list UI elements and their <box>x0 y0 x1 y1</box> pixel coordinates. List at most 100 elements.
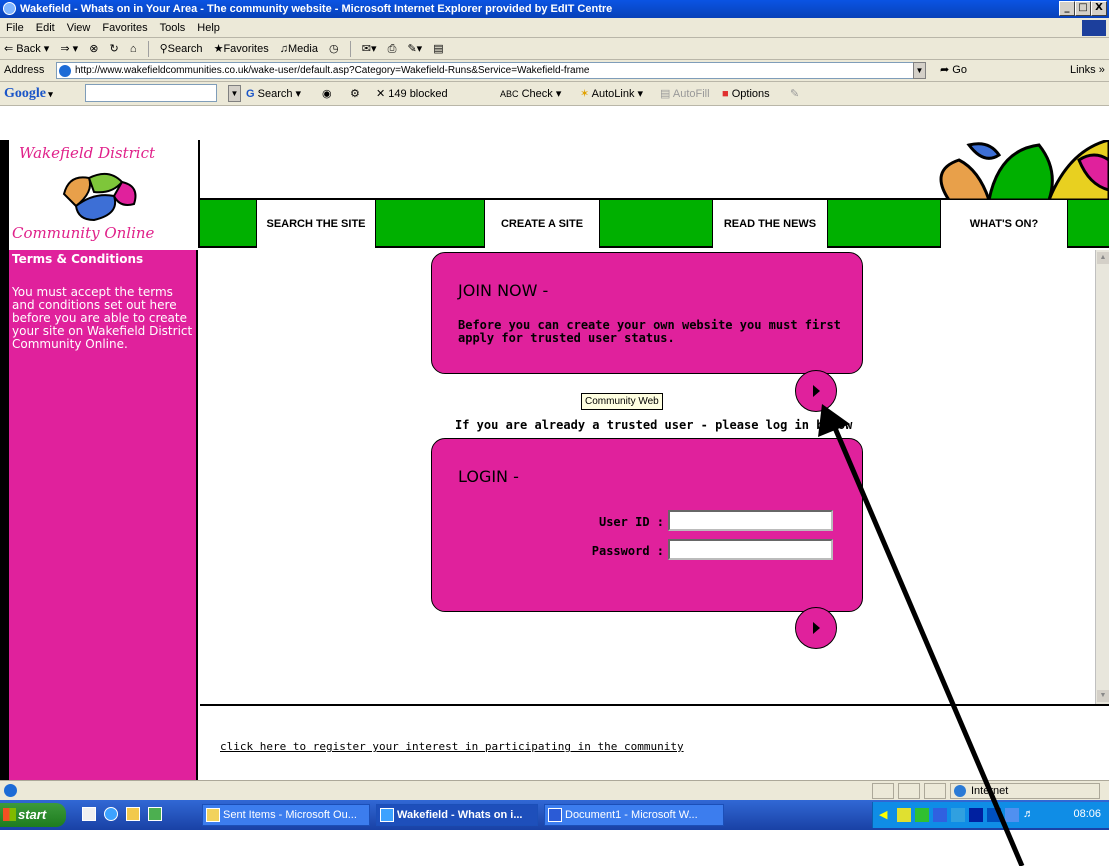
favorites-button[interactable]: ★Favorites <box>210 38 273 60</box>
task-document1[interactable]: Document1 - Microsoft W... <box>544 804 724 826</box>
autolink-button[interactable]: ✶ AutoLink ▾ <box>580 82 643 106</box>
tray-icon[interactable] <box>987 808 1001 822</box>
google-news-icon[interactable]: ◉ <box>322 82 332 106</box>
links-button[interactable]: Links » <box>1070 60 1105 80</box>
toolbar-separator <box>349 41 351 58</box>
back-button[interactable]: ⇐ Back ▾ <box>0 38 53 60</box>
tray-icon[interactable] <box>933 808 947 822</box>
scroll-down-icon[interactable]: ▼ <box>1097 690 1109 702</box>
site-logo[interactable]: Wakefield District Community Online <box>9 140 198 247</box>
content-scrollbar[interactable]: ▲ ▼ <box>1095 250 1109 704</box>
address-bar: Address http://www.wakefieldcommunities.… <box>0 60 1109 82</box>
highlight-pen-icon[interactable]: ✎ <box>790 82 799 106</box>
google-search-input[interactable] <box>85 84 217 102</box>
quicklaunch-media-icon[interactable] <box>148 807 162 821</box>
password-input[interactable] <box>668 539 833 560</box>
status-pane <box>872 783 894 799</box>
volume-icon[interactable]: ◀ <box>879 808 893 822</box>
speaker-icon[interactable]: ♬ <box>1023 808 1037 822</box>
history-icon[interactable]: ◷ <box>325 38 343 60</box>
menu-help[interactable]: Help <box>191 18 226 38</box>
login-go-button[interactable] <box>795 607 837 649</box>
header-decoration-graphic <box>939 140 1109 200</box>
status-pane <box>898 783 920 799</box>
page-status-icon <box>4 784 17 797</box>
toolbar-separator <box>147 41 149 58</box>
quicklaunch-ie-icon[interactable] <box>104 807 118 821</box>
google-toolbar: Google ▾ ▼ G Search ▾ ◉ ⚙ ✕ 149 blocked … <box>0 82 1109 106</box>
tray-icon[interactable] <box>915 808 929 822</box>
go-button[interactable]: ➦ Go <box>940 60 967 80</box>
join-go-button[interactable] <box>795 370 837 412</box>
screen: Wakefield - Whats on in Your Area - The … <box>0 0 1109 866</box>
media-icon: ♫ <box>279 43 289 55</box>
mail-icon[interactable]: ✉▾ <box>358 38 381 60</box>
address-input[interactable]: http://www.wakefieldcommunities.co.uk/wa… <box>56 62 926 79</box>
favorites-icon: ★ <box>213 43 224 55</box>
home-icon[interactable]: ⌂ <box>126 38 141 60</box>
stop-icon[interactable]: ⊗ <box>85 38 102 60</box>
nav-create-a-site[interactable]: CREATE A SITE <box>484 200 600 248</box>
tray-icon[interactable] <box>897 808 911 822</box>
task-sent-items[interactable]: Sent Items - Microsoft Ou... <box>202 804 370 826</box>
tooltip: Community Web <box>581 393 663 410</box>
search-button[interactable]: ⚲Search <box>156 38 207 60</box>
media-button[interactable]: ♫Media <box>276 38 322 60</box>
menu-favorites[interactable]: Favorites <box>96 18 153 38</box>
start-button[interactable]: start <box>0 803 66 827</box>
google-search-button[interactable]: G Search ▾ <box>246 82 301 106</box>
security-zone: Internet <box>950 783 1100 799</box>
ie-icon <box>380 808 394 822</box>
tray-icon[interactable] <box>969 808 983 822</box>
menu-view[interactable]: View <box>61 18 97 38</box>
windows-flag-icon <box>1082 20 1106 36</box>
autofill-icon: ▤ <box>660 88 671 100</box>
quicklaunch-outlook-icon[interactable] <box>126 807 140 821</box>
menu-bar: File Edit View Favorites Tools Help <box>0 18 1109 38</box>
popup-blocker-icon: ✕ <box>376 88 386 100</box>
google-logo[interactable]: Google ▾ <box>4 82 53 106</box>
print-icon[interactable]: ⎙ <box>384 38 401 60</box>
terms-sidebar: Terms & Conditions You must accept the t… <box>9 250 198 780</box>
scroll-up-icon[interactable]: ▲ <box>1097 252 1109 264</box>
menu-tools[interactable]: Tools <box>154 18 192 38</box>
menu-edit[interactable]: Edit <box>30 18 61 38</box>
status-pane <box>924 783 946 799</box>
spell-check-button[interactable]: ABC Check ▾ <box>500 82 561 106</box>
standard-toolbar: ⇐ Back ▾ ⇒ ▾ ⊗ ↻ ⌂ ⚲Search ★Favorites ♫M… <box>0 38 1109 60</box>
tray-icon[interactable] <box>951 808 965 822</box>
edit-icon[interactable]: ✎▾ <box>403 38 426 60</box>
join-now-panel: JOIN NOW - Before you can create your ow… <box>431 252 863 374</box>
menu-file[interactable]: File <box>0 18 30 38</box>
minimize-button[interactable]: _ <box>1059 1 1075 16</box>
show-desktop-icon[interactable] <box>82 807 96 821</box>
google-g-icon: G <box>246 88 255 100</box>
sidebar-text: You must accept the terms and conditions… <box>12 285 193 351</box>
globe-icon <box>954 785 966 797</box>
nav-search-the-site[interactable]: SEARCH THE SITE <box>256 200 376 248</box>
userid-input[interactable] <box>668 510 833 531</box>
refresh-icon[interactable]: ↻ <box>106 38 123 60</box>
userid-label: User ID : <box>598 515 664 529</box>
maximize-button[interactable]: □ <box>1075 1 1091 16</box>
task-wakefield[interactable]: Wakefield - Whats on i... <box>376 804 538 826</box>
nav-read-the-news[interactable]: READ THE NEWS <box>712 200 828 248</box>
register-interest-link[interactable]: click here to register your interest in … <box>220 740 684 753</box>
nav-whats-on[interactable]: WHAT'S ON? <box>940 200 1068 248</box>
network-icon[interactable] <box>1005 808 1019 822</box>
autofill-button[interactable]: ▤ AutoFill <box>660 82 710 106</box>
close-button[interactable]: X <box>1091 1 1107 16</box>
district-map-icon <box>62 172 137 222</box>
options-icon: ■ <box>722 88 729 100</box>
clock[interactable]: 08:06 <box>1073 808 1101 820</box>
popup-blocker-button[interactable]: ✕ 149 blocked <box>376 82 448 106</box>
windows-logo-icon <box>3 808 16 821</box>
discuss-icon[interactable]: ▤ <box>429 38 447 60</box>
address-dropdown[interactable]: ▼ <box>913 62 926 79</box>
forward-button[interactable]: ⇒ ▾ <box>56 38 82 60</box>
options-button[interactable]: ■ Options <box>722 82 770 106</box>
join-title: JOIN NOW - <box>458 281 549 300</box>
site-nav: SEARCH THE SITE CREATE A SITE READ THE N… <box>198 200 1109 248</box>
google-dropdown[interactable]: ▼ <box>228 85 241 102</box>
logo-text-top: Wakefield District <box>19 144 156 162</box>
